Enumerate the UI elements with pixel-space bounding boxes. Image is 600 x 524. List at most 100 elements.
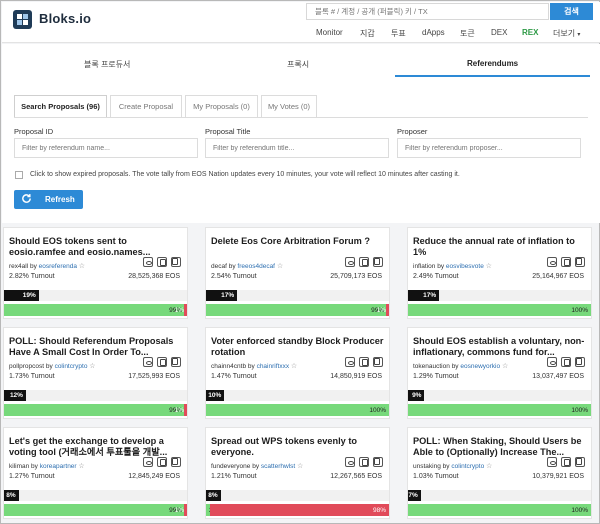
proposal-card[interactable]: Should EOS tokens sent to eosio.ramfee a… <box>3 227 188 319</box>
proposal-id-input[interactable] <box>15 139 197 157</box>
proposal-title[interactable]: POLL: When Staking, Should Users be Able… <box>413 436 589 458</box>
view-icon[interactable] <box>345 257 355 267</box>
proposal-id[interactable]: fundeveryone <box>211 463 250 470</box>
proposal-title-input[interactable] <box>206 139 388 157</box>
refresh-button[interactable]: Refresh <box>14 190 83 209</box>
nav-tokens[interactable]: 토큰 <box>460 28 475 40</box>
proposer-account[interactable]: eosvibesvote <box>446 263 484 270</box>
tab-block-producers[interactable]: 블록 프로듀서 <box>84 59 130 70</box>
bloks-logo-icon[interactable] <box>13 10 32 29</box>
proposal-id[interactable]: tokenauction <box>413 363 450 370</box>
proposer-field[interactable] <box>397 138 581 158</box>
proposal-id[interactable]: unstaking <box>413 463 441 470</box>
proposer-account[interactable]: eosnewyorkio <box>460 363 500 370</box>
proposal-card[interactable]: Should EOS establish a voluntary, non-in… <box>407 327 592 419</box>
proposal-title[interactable]: Voter enforced standby Block Producer ro… <box>211 336 387 358</box>
proposal-title[interactable]: Reduce the annual rate of inflation to 1… <box>413 236 589 258</box>
star-icon[interactable]: ☆ <box>486 263 492 270</box>
thumbs-down-icon[interactable] <box>575 357 585 367</box>
proposal-id[interactable]: chainn4cntb <box>211 363 246 370</box>
star-icon[interactable]: ☆ <box>277 263 283 270</box>
search-field[interactable] <box>306 3 549 20</box>
proposal-title[interactable]: Spread out WPS tokens evenly to everyone… <box>211 436 387 458</box>
thumbs-up-icon[interactable] <box>157 357 167 367</box>
nav-dapps[interactable]: dApps <box>422 28 445 40</box>
tab-referendums[interactable]: Referendums <box>467 59 518 68</box>
nav-monitor[interactable]: Monitor <box>316 28 343 40</box>
proposal-title[interactable]: Should EOS establish a voluntary, non-in… <box>413 336 589 358</box>
star-icon[interactable]: ☆ <box>79 263 85 270</box>
star-icon[interactable]: ☆ <box>297 463 303 470</box>
thumbs-down-icon[interactable] <box>373 457 383 467</box>
proposer-account[interactable]: chainriftxxx <box>257 363 290 370</box>
thumbs-up-icon[interactable] <box>359 357 369 367</box>
proposer-account[interactable]: freeos4decaf <box>237 263 275 270</box>
view-icon[interactable] <box>547 457 557 467</box>
proposal-title-field[interactable] <box>205 138 389 158</box>
thumbs-up-icon[interactable] <box>561 257 571 267</box>
proposal-id-field[interactable] <box>14 138 198 158</box>
proposer-account[interactable]: koreapartner <box>40 463 77 470</box>
subtab-search-proposals[interactable]: Search Proposals (96) <box>14 95 107 117</box>
proposal-card[interactable]: Delete Eos Core Arbitration Forum ? deca… <box>205 227 390 319</box>
search-button[interactable]: 검색 <box>550 3 593 20</box>
view-icon[interactable] <box>345 357 355 367</box>
star-icon[interactable]: ☆ <box>89 363 95 370</box>
thumbs-up-icon[interactable] <box>561 457 571 467</box>
nav-more[interactable]: 더보기 ▾ <box>553 28 580 40</box>
thumbs-down-icon[interactable] <box>373 357 383 367</box>
proposal-title[interactable]: Delete Eos Core Arbitration Forum ? <box>211 236 387 258</box>
proposer-account[interactable]: colintcrypto <box>451 463 484 470</box>
proposal-id[interactable]: decaf <box>211 263 227 270</box>
thumbs-down-icon[interactable] <box>575 257 585 267</box>
subtab-my-votes[interactable]: My Votes (0) <box>261 95 317 117</box>
thumbs-up-icon[interactable] <box>359 257 369 267</box>
proposal-title[interactable]: Let's get the exchange to develop a voti… <box>9 436 185 458</box>
show-expired-checkbox[interactable] <box>15 171 23 179</box>
proposer-account[interactable]: colintcrypto <box>55 363 88 370</box>
thumbs-up-icon[interactable] <box>561 357 571 367</box>
proposal-title[interactable]: POLL: Should Referendum Proposals Have A… <box>9 336 185 358</box>
star-icon[interactable]: ☆ <box>78 463 84 470</box>
thumbs-down-icon[interactable] <box>373 257 383 267</box>
proposal-card[interactable]: Voter enforced standby Block Producer ro… <box>205 327 390 419</box>
proposal-id[interactable]: inflation <box>413 263 435 270</box>
view-icon[interactable] <box>547 357 557 367</box>
nav-vote[interactable]: 투표 <box>391 28 406 40</box>
proposal-id[interactable]: rex4all <box>9 263 28 270</box>
nav-wallet[interactable]: 지갑 <box>360 28 375 40</box>
proposer-account[interactable]: eosreferenda <box>39 263 77 270</box>
thumbs-up-icon[interactable] <box>157 457 167 467</box>
proposal-id[interactable]: pollpropcost <box>9 363 44 370</box>
proposal-card[interactable]: Reduce the annual rate of inflation to 1… <box>407 227 592 319</box>
thumbs-down-icon[interactable] <box>575 457 585 467</box>
view-icon[interactable] <box>143 357 153 367</box>
thumbs-down-icon[interactable] <box>171 357 181 367</box>
view-icon[interactable] <box>345 457 355 467</box>
nav-dex[interactable]: DEX <box>491 28 507 40</box>
star-icon[interactable]: ☆ <box>486 463 492 470</box>
proposal-card[interactable]: POLL: Should Referendum Proposals Have A… <box>3 327 188 419</box>
nav-rex[interactable]: REX <box>522 28 538 40</box>
proposal-title[interactable]: Should EOS tokens sent to eosio.ramfee a… <box>9 236 185 258</box>
proposal-card[interactable]: Spread out WPS tokens evenly to everyone… <box>205 427 390 519</box>
thumbs-down-icon[interactable] <box>171 457 181 467</box>
subtab-create-proposal[interactable]: Create Proposal <box>110 95 182 117</box>
star-icon[interactable]: ☆ <box>502 363 508 370</box>
thumbs-up-icon[interactable] <box>359 457 369 467</box>
tab-proxies[interactable]: 프록시 <box>287 59 309 70</box>
proposal-id[interactable]: kiliman <box>9 463 29 470</box>
view-icon[interactable] <box>547 257 557 267</box>
thumbs-down-icon[interactable] <box>171 257 181 267</box>
brand-name[interactable]: Bloks.io <box>39 11 91 26</box>
view-icon[interactable] <box>143 257 153 267</box>
proposal-card[interactable]: POLL: When Staking, Should Users be Able… <box>407 427 592 519</box>
search-input[interactable] <box>307 4 548 19</box>
proposer-input[interactable] <box>398 139 580 157</box>
subtab-my-proposals[interactable]: My Proposals (0) <box>185 95 258 117</box>
proposer-account[interactable]: scatterhwlst <box>261 463 295 470</box>
proposal-card[interactable]: Let's get the exchange to develop a voti… <box>3 427 188 519</box>
thumbs-up-icon[interactable] <box>157 257 167 267</box>
view-icon[interactable] <box>143 457 153 467</box>
star-icon[interactable]: ☆ <box>291 363 297 370</box>
